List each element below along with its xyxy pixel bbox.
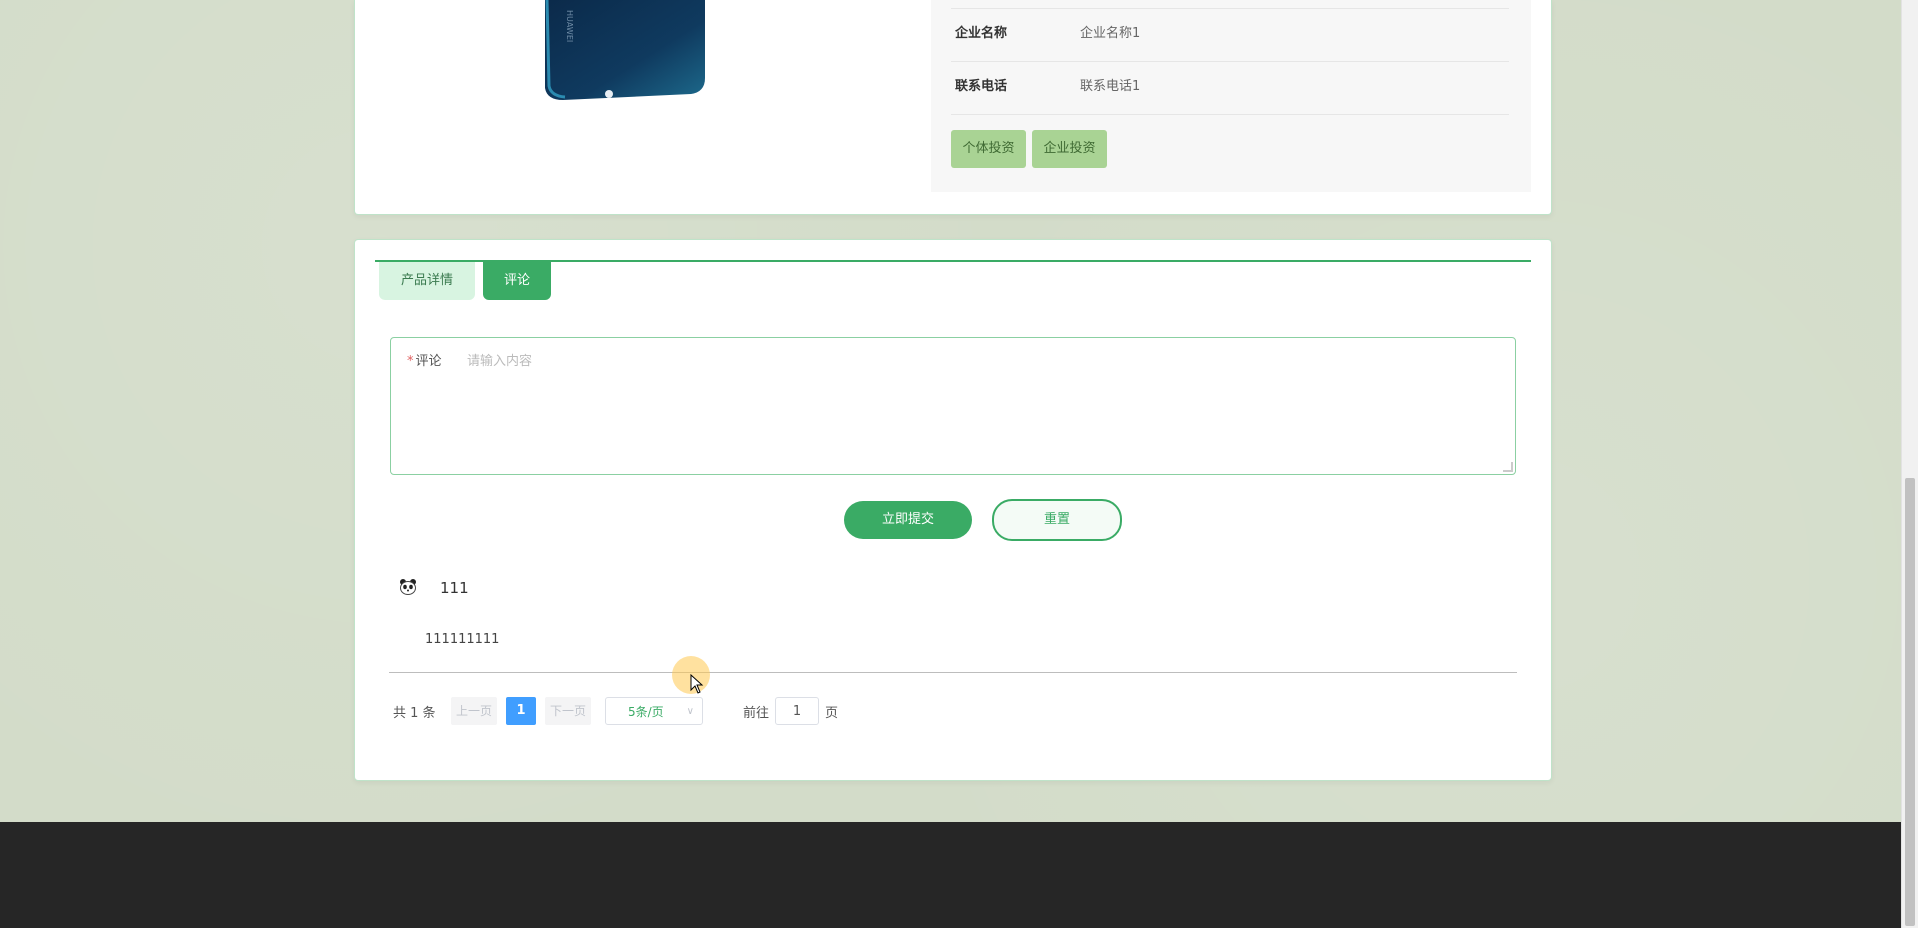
contact-phone-label: 联系电话 [955,79,1008,94]
page-footer [0,822,1902,928]
prev-page-button[interactable]: 上一页 [451,697,497,725]
reset-button[interactable]: 重置 [992,499,1122,541]
goto-label: 前往 [743,706,770,721]
goto-page-input[interactable] [775,697,819,725]
enterprise-invest-button[interactable]: 企业投资 [1032,130,1107,168]
goto-suffix: 页 [825,706,839,721]
product-info-panel: 企业名称 企业名称1 联系电话 联系电话1 个体投资 企业投资 [931,0,1531,192]
comment-form: * 评论 [390,337,1516,475]
phone-brand-text: HUAWEI [565,10,574,42]
page-size-value: 5条/页 [628,705,664,719]
panda-icon [399,578,417,596]
product-card: HUAWEI 企业名称 企业名称1 联系电话 联系电话1 个体投资 企业投资 [354,0,1552,215]
resize-handle-icon[interactable] [1503,462,1513,472]
scrollbar-thumb[interactable] [1905,478,1915,926]
tab-comment[interactable]: 评论 [483,262,551,300]
page-size-select[interactable]: 5条/页 ∨ [605,697,703,725]
contact-phone-value: 联系电话1 [1080,79,1141,94]
chevron-down-icon: ∨ [686,706,694,717]
comment-field-label: * 评论 [407,350,442,369]
comment-username: 111 [440,579,469,597]
comment-divider [389,672,1517,673]
detail-comment-card: 产品详情 评论 *评论 立即提交 重置 111 111111111 共 1 条 … [354,239,1552,781]
comment-content: 111111111 [425,632,500,647]
mouse-cursor-icon [690,674,704,694]
company-name-value: 企业名称1 [1080,26,1141,41]
pagination: 共 1 条 上一页 1 下一页 5条/页 ∨ 前往 页 [355,695,1551,727]
comment-label-text: 评论 [415,354,442,369]
info-row-phone: 联系电话 联系电话1 [951,61,1509,115]
next-page-button[interactable]: 下一页 [545,697,591,725]
required-mark: * [407,354,414,369]
product-image[interactable]: HUAWEI [541,0,707,100]
info-row-company: 企业名称 企业名称1 [951,8,1509,61]
pager-total: 共 1 条 [393,706,436,721]
company-name-label: 企业名称 [955,26,1008,41]
submit-button[interactable]: 立即提交 [844,501,972,539]
page-number-current[interactable]: 1 [506,697,536,725]
individual-invest-button[interactable]: 个体投资 [951,130,1026,168]
tab-product-detail[interactable]: 产品详情 [379,262,475,300]
comment-input[interactable] [467,344,1503,464]
vertical-scrollbar[interactable] [1901,0,1918,928]
